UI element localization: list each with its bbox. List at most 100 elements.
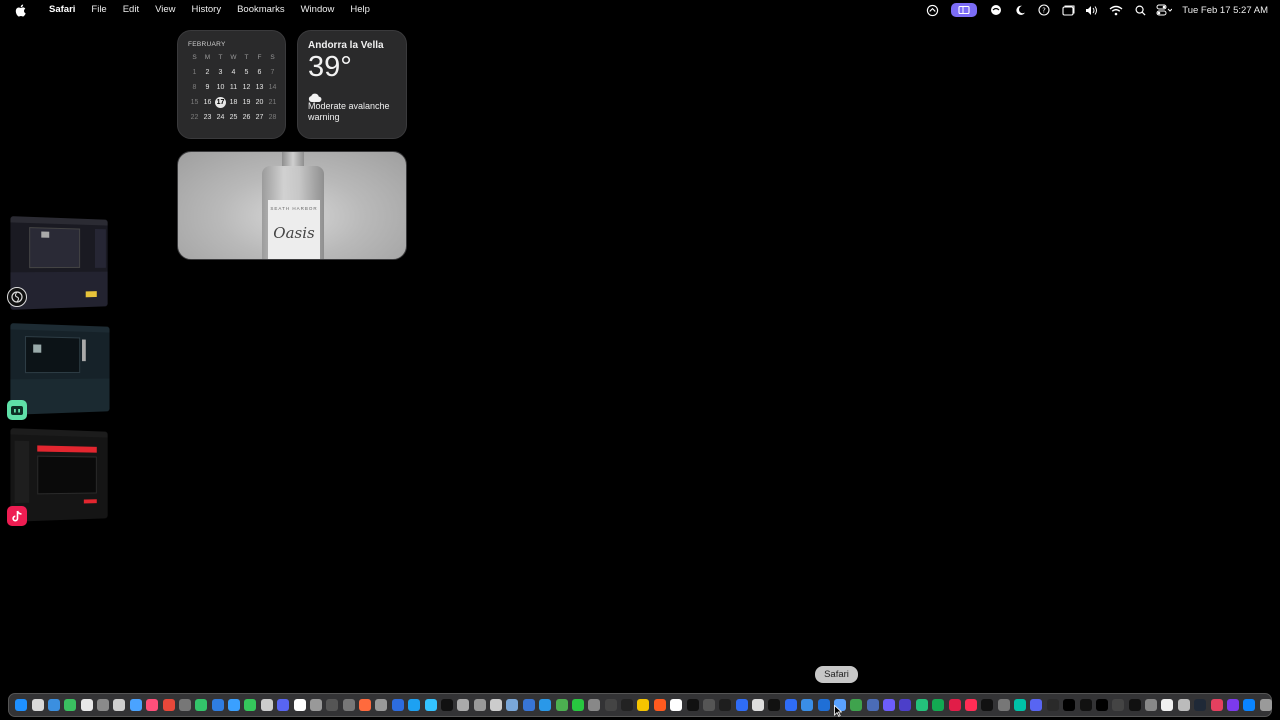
dock-app-icon[interactable] — [604, 699, 617, 711]
spotlight-search-icon[interactable] — [1128, 0, 1152, 20]
tiktok-icon[interactable] — [7, 506, 27, 526]
dock-app-icon[interactable] — [1161, 699, 1174, 711]
dock-app-icon[interactable] — [293, 699, 306, 711]
dock-app-icon[interactable] — [571, 699, 584, 711]
vpn-icon[interactable] — [984, 0, 1008, 20]
menu-file[interactable]: File — [83, 0, 114, 20]
dock-app-icon[interactable] — [178, 699, 191, 711]
dock-app-icon[interactable] — [670, 699, 683, 711]
obs-icon[interactable] — [7, 287, 27, 307]
dock-app-icon[interactable] — [915, 699, 928, 711]
dock-app-icon[interactable] — [260, 699, 273, 711]
dock-app-icon[interactable] — [686, 699, 699, 711]
screen-mirroring-icon[interactable] — [920, 0, 944, 20]
dock-app-icon[interactable] — [1128, 699, 1141, 711]
menu-history[interactable]: History — [184, 0, 230, 20]
dock-app-icon[interactable] — [932, 699, 945, 711]
menu-view[interactable]: View — [147, 0, 183, 20]
dock-app-icon[interactable] — [899, 699, 912, 711]
do-not-disturb-icon[interactable] — [1008, 0, 1032, 20]
dock-app-icon[interactable] — [309, 699, 322, 711]
dock-app-icon[interactable] — [64, 699, 77, 711]
dock-app-icon[interactable] — [1226, 699, 1239, 711]
dock-app-icon[interactable] — [1177, 699, 1190, 711]
dock-app-icon[interactable] — [522, 699, 535, 711]
dock-app-icon[interactable] — [424, 699, 437, 711]
app-menu-safari[interactable]: Safari — [39, 0, 83, 20]
help-circle-icon[interactable]: ? — [1032, 0, 1056, 20]
dock-app-icon[interactable] — [784, 699, 797, 711]
photo-widget[interactable]: SEATH HARBOR Oasis — [177, 151, 407, 260]
dock-app-icon[interactable] — [883, 699, 896, 711]
dock-app-icon[interactable] — [588, 699, 601, 711]
dock-app-icon[interactable] — [391, 699, 404, 711]
dock-app-icon[interactable] — [1145, 699, 1158, 711]
dock-app-icon[interactable] — [752, 699, 765, 711]
dock-app-icon[interactable] — [97, 699, 110, 711]
menu-bookmarks[interactable]: Bookmarks — [229, 0, 293, 20]
dock-app-icon[interactable] — [1210, 699, 1223, 711]
dock-app-icon[interactable] — [113, 699, 126, 711]
dock-app-icon[interactable] — [1194, 699, 1207, 711]
dock-app-icon[interactable] — [162, 699, 175, 711]
dock-app-icon[interactable] — [277, 699, 290, 711]
dock-app-icon[interactable] — [211, 699, 224, 711]
dock-app-icon[interactable] — [1243, 699, 1256, 711]
dock-app-icon[interactable] — [817, 699, 830, 711]
apple-menu-icon[interactable] — [13, 3, 27, 17]
menu-edit[interactable]: Edit — [115, 0, 147, 20]
volume-icon[interactable] — [1080, 0, 1104, 20]
dock-app-icon[interactable] — [1030, 699, 1043, 711]
dock-app-icon[interactable] — [1063, 699, 1076, 711]
dock-app-icon[interactable] — [342, 699, 355, 711]
dock-app-icon[interactable] — [997, 699, 1010, 711]
dock-app-icon[interactable] — [146, 699, 159, 711]
dock-app-icon[interactable] — [850, 699, 863, 711]
dock-app-icon[interactable] — [735, 699, 748, 711]
dock-app-icon[interactable] — [948, 699, 961, 711]
dock-app-icon[interactable] — [473, 699, 486, 711]
dock-app-icon[interactable] — [768, 699, 781, 711]
dock-app-icon[interactable] — [80, 699, 93, 711]
menu-window[interactable]: Window — [293, 0, 343, 20]
wifi-icon[interactable] — [1104, 0, 1128, 20]
dock-app-icon[interactable] — [801, 699, 814, 711]
dock-app-icon[interactable] — [637, 699, 650, 711]
calendar-widget[interactable]: FEBRUARY S M T W T F S 1 2 3 4 5 6 7 8 9… — [177, 30, 286, 139]
dock-app-icon[interactable] — [539, 699, 552, 711]
window-icon[interactable] — [1056, 0, 1080, 20]
dock-app-icon[interactable] — [1112, 699, 1125, 711]
dock-app-icon[interactable] — [359, 699, 372, 711]
dock-app-icon[interactable] — [47, 699, 60, 711]
dock-app-icon[interactable] — [228, 699, 241, 711]
dock-app-icon[interactable] — [1079, 699, 1092, 711]
menu-help[interactable]: Help — [342, 0, 378, 20]
dock-app-icon[interactable] — [866, 699, 879, 711]
weather-widget[interactable]: Andorra la Vella 39° Moderate avalanche … — [297, 30, 407, 139]
stage-manager-icon[interactable] — [950, 0, 978, 20]
dock-app-icon[interactable] — [1095, 699, 1108, 711]
dock-app-icon[interactable] — [375, 699, 388, 711]
dock-app-icon[interactable] — [653, 699, 666, 711]
dock-app-icon[interactable] — [440, 699, 453, 711]
dock-app-icon[interactable] — [1046, 699, 1059, 711]
dock-app-icon[interactable] — [555, 699, 568, 711]
dock-app-icon[interactable] — [490, 699, 503, 711]
dock-app-icon[interactable] — [506, 699, 519, 711]
dock-app-icon[interactable] — [1259, 699, 1272, 711]
dock-app-icon[interactable] — [621, 699, 634, 711]
dock-app-icon[interactable] — [1014, 699, 1027, 711]
dock-app-icon[interactable] — [408, 699, 421, 711]
menubar-clock[interactable]: Tue Feb 17 5:27 AM — [1182, 5, 1268, 16]
dock-app-icon[interactable] — [15, 699, 28, 711]
dock-app-icon[interactable] — [31, 699, 44, 711]
dock-app-icon[interactable] — [964, 699, 977, 711]
streamlabs-icon[interactable] — [7, 400, 27, 420]
dock-app-icon[interactable] — [244, 699, 257, 711]
dock-app-icon[interactable] — [719, 699, 732, 711]
dock-app-icon[interactable] — [981, 699, 994, 711]
dock-app-icon[interactable] — [195, 699, 208, 711]
control-center-icon[interactable] — [1152, 0, 1176, 20]
dock-app-icon[interactable] — [129, 699, 142, 711]
dock-app-icon[interactable] — [326, 699, 339, 711]
